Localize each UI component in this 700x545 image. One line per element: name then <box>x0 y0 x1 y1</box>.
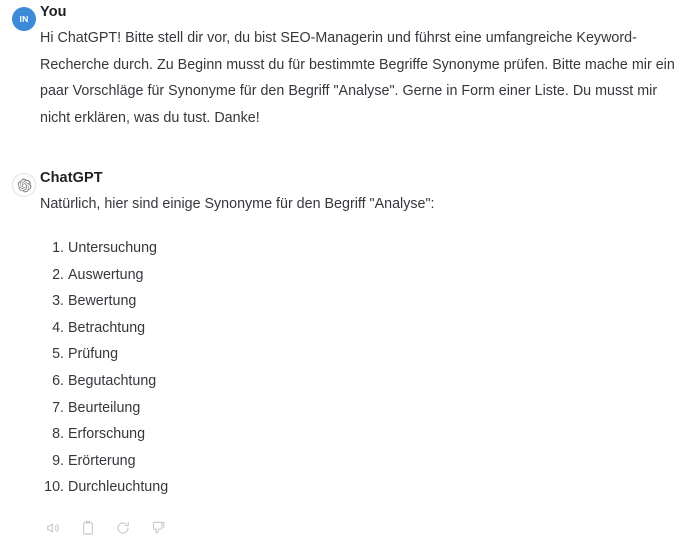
list-item: 3. Bewertung <box>40 288 690 315</box>
user-message-body: You Hi ChatGPT! Bitte stell dir vor, du … <box>40 2 700 131</box>
list-item-number: 6. <box>52 372 64 389</box>
list-item-label: Begutachtung <box>68 372 157 389</box>
list-item-number: 5. <box>52 346 64 363</box>
list-item: 8. Erforschung <box>40 421 690 448</box>
list-item-label: Prüfung <box>68 346 119 363</box>
openai-logo-icon <box>12 173 36 197</box>
speaker-read-aloud-button[interactable] <box>42 517 64 539</box>
list-item-number: 4. <box>52 319 64 336</box>
speaker-read-aloud-icon <box>45 520 61 536</box>
list-item: 9. Erörterung <box>40 448 690 475</box>
list-item: 2. Auswertung <box>40 262 690 289</box>
regenerate-button[interactable] <box>112 517 134 539</box>
list-item: 4. Betrachtung <box>40 315 690 342</box>
synonym-list: 1. Untersuchung 2. Auswertung 3. Bewertu… <box>40 235 690 501</box>
list-item-label: Beurteilung <box>68 399 141 416</box>
user-message: IN You Hi ChatGPT! Bitte stell dir vor, … <box>0 2 700 131</box>
list-item-label: Auswertung <box>68 266 144 283</box>
list-item-label: Betrachtung <box>68 319 146 336</box>
message-action-toolbar <box>40 517 690 539</box>
assistant-author-name: ChatGPT <box>40 170 103 186</box>
list-item-number: 10. <box>44 479 64 496</box>
clipboard-copy-button[interactable] <box>77 517 99 539</box>
user-avatar-column: IN <box>0 2 40 31</box>
list-item: 5. Prüfung <box>40 341 690 368</box>
list-item: 6. Begutachtung <box>40 368 690 395</box>
list-item-label: Erforschung <box>68 426 146 443</box>
user-author-name: You <box>40 4 67 20</box>
list-item-label: Durchleuchtung <box>68 479 169 496</box>
thumbs-down-icon <box>150 520 166 536</box>
list-item-number: 7. <box>52 399 64 416</box>
list-item-number: 1. <box>52 240 64 256</box>
list-item: 7. Beurteilung <box>40 395 690 422</box>
list-item-number: 9. <box>52 452 64 469</box>
chat-conversation: IN You Hi ChatGPT! Bitte stell dir vor, … <box>0 2 700 545</box>
list-item: 10. Durchleuchtung <box>40 474 690 501</box>
regenerate-icon <box>115 520 131 536</box>
list-item: 1. Untersuchung <box>40 235 690 262</box>
list-item-label: Bewertung <box>68 293 137 310</box>
user-avatar: IN <box>12 7 36 31</box>
user-message-text: Hi ChatGPT! Bitte stell dir vor, du bist… <box>40 30 675 126</box>
assistant-message: ChatGPT Natürlich, hier sind einige Syno… <box>0 168 700 539</box>
list-item-number: 2. <box>52 266 64 283</box>
list-item-number: 3. <box>52 293 64 310</box>
list-item-label: Untersuchung <box>68 240 158 256</box>
assistant-intro-text: Natürlich, hier sind einige Synonyme für… <box>40 196 435 212</box>
assistant-message-body: ChatGPT Natürlich, hier sind einige Syno… <box>40 168 700 539</box>
list-item-label: Erörterung <box>68 452 136 469</box>
clipboard-copy-icon <box>80 520 96 536</box>
assistant-avatar-column <box>0 168 40 197</box>
thumbs-down-button[interactable] <box>147 517 169 539</box>
list-item-number: 8. <box>52 426 64 443</box>
